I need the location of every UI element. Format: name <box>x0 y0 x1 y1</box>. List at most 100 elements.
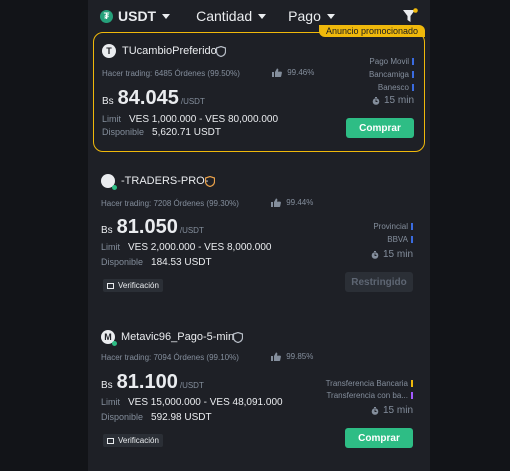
limit-value: VES 2,000.000 - VES 8,000.000 <box>128 242 272 253</box>
amount-filter[interactable]: Cantidad <box>196 8 267 24</box>
payment-color-bar <box>412 84 414 91</box>
available-value: 592.98 USDT <box>151 412 212 423</box>
stopwatch-icon <box>371 250 379 259</box>
asset-filter[interactable]: ₮ USDT <box>100 8 171 24</box>
available-label: Disponible <box>102 127 145 137</box>
available-value: 5,620.71 USDT <box>152 127 221 138</box>
online-indicator <box>112 341 117 346</box>
trade-stats: Hacer trading: 7208 Órdenes (99.30%) <box>101 199 239 208</box>
payment-method-label: Pago Movil <box>369 57 409 66</box>
offer-card: M Metavic96_Pago-5-min Hacer trading: 70… <box>93 323 423 463</box>
avatar-initial: M <box>104 332 112 342</box>
avatar[interactable]: T <box>102 44 116 58</box>
gold-shield-icon <box>205 176 215 187</box>
payment-method-label: Bancamiga <box>368 70 409 79</box>
orders-count: 7208 Órdenes <box>153 199 205 208</box>
p2p-app: ₮ USDT Cantidad Pago Anuncio promocionad… <box>88 0 430 471</box>
limit-row: Limit VES 1,000.000 - VES 80,000.000 <box>102 114 278 125</box>
price-unit: /USDT <box>179 381 204 390</box>
payment-method-label: BBVA <box>387 235 408 244</box>
available-row: Disponible 592.98 USDT <box>101 412 212 423</box>
price-unit: /USDT <box>179 226 204 235</box>
available-row: Disponible 184.53 USDT <box>101 257 212 268</box>
limit-value: VES 1,000.000 - VES 80,000.000 <box>129 114 279 125</box>
chevron-down-icon <box>258 13 267 19</box>
avatar-initial: T <box>106 46 112 56</box>
verification-label: Verificación <box>118 281 159 290</box>
payment-method: BBVA <box>387 235 413 244</box>
buy-button[interactable]: Comprar <box>345 428 413 448</box>
payment-method: Transferencia con ba... <box>326 391 413 400</box>
left-backdrop <box>0 0 88 471</box>
currency-label: Bs <box>101 225 113 236</box>
merchant-name[interactable]: Metavic96_Pago-5-min <box>121 331 234 343</box>
verified-shield-icon <box>233 332 243 343</box>
available-value: 184.53 USDT <box>151 257 212 268</box>
offer-card: -TRADERS-PRO- Hacer trading: 7208 Órdene… <box>93 165 423 305</box>
rating: 99.85% <box>271 352 314 362</box>
available-label: Disponible <box>101 412 144 422</box>
price: Bs 81.050 /USDT <box>101 216 204 239</box>
avatar[interactable] <box>101 174 117 190</box>
trade-stats: Hacer trading: 6485 Órdenes (99.50%) <box>102 69 240 78</box>
rating-value: 99.85% <box>286 352 314 361</box>
limit-label: Limit <box>102 114 122 124</box>
payment-filter[interactable]: Pago <box>288 8 335 24</box>
limit-row: Limit VES 15,000.000 - VES 48,091.000 <box>101 397 283 408</box>
limit-row: Limit VES 2,000.000 - VES 8,000.000 <box>101 242 271 253</box>
avatar[interactable]: M <box>101 330 117 346</box>
verified-shield-icon <box>216 46 226 57</box>
payment-time: 15 min <box>371 249 413 260</box>
trade-stats: Hacer trading: 7094 Órdenes (99.10%) <box>101 353 239 362</box>
right-backdrop <box>430 0 510 471</box>
payment-method-label: Banesco <box>377 83 409 92</box>
payment-method-label: Transferencia con ba... <box>326 391 408 400</box>
promoted-badge: Anuncio promocionado <box>318 25 425 37</box>
available-row: Disponible 5,620.71 USDT <box>102 127 221 138</box>
rating: 99.44% <box>271 198 314 208</box>
payment-time: 15 min <box>372 95 414 106</box>
orders-count: 7094 Órdenes <box>153 353 205 362</box>
completion-rate: (99.30%) <box>206 199 239 208</box>
payment-method: Pago Movil <box>369 57 414 66</box>
price: Bs 84.045 /USDT <box>102 87 205 110</box>
merchant-name[interactable]: -TRADERS-PRO- <box>121 175 208 187</box>
currency-label: Bs <box>102 96 114 107</box>
available-label: Disponible <box>101 257 144 267</box>
payment-time: 15 min <box>371 405 413 416</box>
payment-color-bar <box>411 223 413 230</box>
payment-filter-label: Pago <box>288 8 321 24</box>
offer-card-promoted: Anuncio promocionado T TUcambioPreferido… <box>93 25 425 152</box>
completion-rate: (99.50%) <box>207 69 240 78</box>
payment-method-label: Provincial <box>373 222 408 231</box>
payment-color-bar <box>412 58 414 65</box>
trades-label: Hacer trading: <box>101 353 152 362</box>
restricted-button: Restringido <box>345 272 413 292</box>
verification-label: Verificación <box>118 436 159 445</box>
amount-filter-label: Cantidad <box>196 8 253 24</box>
verification-tag[interactable]: Verificación <box>103 434 163 447</box>
payment-method: Transferencia Bancaria <box>326 379 413 388</box>
asset-filter-label: USDT <box>118 8 157 24</box>
price-value: 81.050 <box>116 216 178 238</box>
payment-method-label: Transferencia Bancaria <box>325 379 408 388</box>
payment-color-bar <box>411 392 413 399</box>
merchant-name[interactable]: TUcambioPreferido <box>122 45 217 57</box>
chevron-down-icon <box>162 13 171 19</box>
thumbs-up-icon <box>271 352 281 362</box>
id-card-icon <box>107 282 114 289</box>
buy-button[interactable]: Comprar <box>346 118 414 138</box>
verification-tag[interactable]: Verificación <box>103 279 163 292</box>
thumbs-up-icon <box>271 198 281 208</box>
filter-funnel-icon[interactable] <box>402 8 418 24</box>
price-value: 84.045 <box>117 87 179 109</box>
trades-label: Hacer trading: <box>101 199 152 208</box>
time-value: 15 min <box>382 405 413 416</box>
trades-label: Hacer trading: <box>102 69 153 78</box>
limit-label: Limit <box>101 242 121 252</box>
payment-method: Bancamiga <box>369 70 414 79</box>
payment-method: Provincial <box>373 222 413 231</box>
rating-value: 99.44% <box>286 198 314 207</box>
completion-rate: (99.10%) <box>206 353 239 362</box>
online-indicator <box>112 185 117 190</box>
